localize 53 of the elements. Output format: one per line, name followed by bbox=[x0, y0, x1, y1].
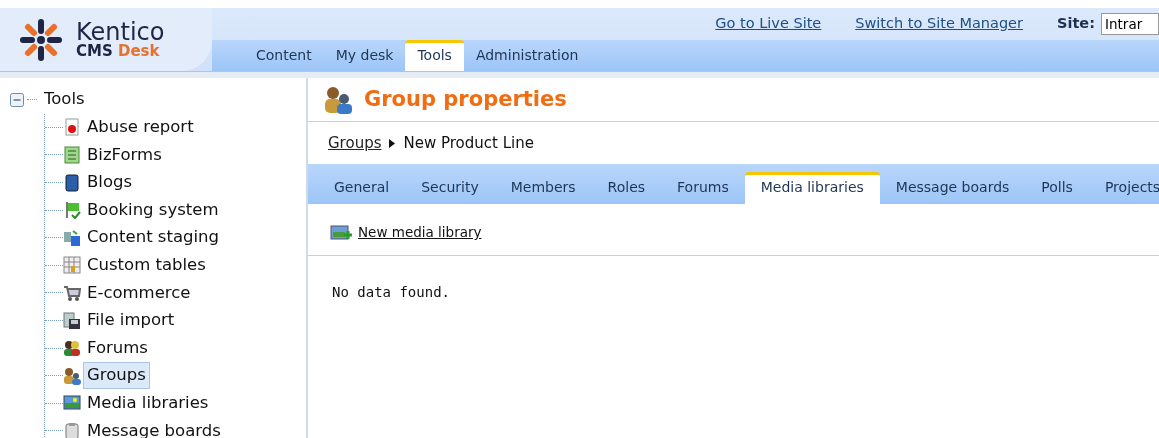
site-field[interactable]: Intrar bbox=[1101, 13, 1159, 35]
section-tab[interactable]: Members bbox=[494, 173, 592, 204]
nav-tab[interactable]: Content bbox=[244, 41, 324, 71]
logo-name: Kentico bbox=[76, 20, 165, 44]
nav-tab[interactable]: My desk bbox=[323, 41, 406, 71]
site-label: Site: bbox=[1057, 14, 1095, 34]
tree-item[interactable]: Blogs bbox=[83, 169, 137, 196]
clipboard-icon bbox=[63, 421, 81, 438]
people-icon bbox=[63, 339, 81, 358]
breadcrumb-link[interactable]: Groups bbox=[328, 131, 382, 155]
section-tab[interactable]: Security bbox=[405, 173, 495, 204]
new-media-library-link[interactable]: New media library bbox=[358, 222, 482, 243]
tree-item[interactable]: Abuse report bbox=[83, 114, 198, 141]
section-tab[interactable]: Polls bbox=[1025, 173, 1089, 204]
header-link[interactable]: Switch to Site Manager bbox=[855, 13, 1023, 35]
nav-tab[interactable]: Administration bbox=[463, 41, 591, 71]
tree-item[interactable]: Custom tables bbox=[83, 252, 210, 279]
collapse-icon[interactable] bbox=[10, 92, 24, 107]
flag-icon bbox=[63, 201, 81, 220]
tree-item[interactable]: Booking system bbox=[83, 196, 223, 224]
header-link[interactable]: Go to Live Site bbox=[715, 13, 822, 35]
section-tab[interactable]: Message boards bbox=[879, 173, 1026, 204]
breadcrumb-current: New Product Line bbox=[403, 132, 534, 154]
picture-add-icon bbox=[330, 222, 352, 243]
section-tab[interactable]: Projects bbox=[1088, 173, 1159, 204]
table-icon bbox=[63, 256, 81, 275]
disk-icon bbox=[63, 311, 81, 330]
tree-item[interactable]: Content staging bbox=[83, 224, 224, 252]
tree-item[interactable]: Forums bbox=[83, 334, 152, 362]
tree-item[interactable]: File import bbox=[83, 307, 179, 334]
logo-icon bbox=[18, 16, 64, 63]
empty-message: No data found. bbox=[331, 283, 451, 302]
cart-icon bbox=[63, 283, 81, 302]
picture-icon bbox=[63, 394, 81, 413]
section-tab[interactable]: General bbox=[318, 173, 406, 204]
logo-product: CMS Desk bbox=[76, 44, 161, 59]
section-tab[interactable]: Roles bbox=[591, 173, 662, 204]
form-icon bbox=[63, 146, 81, 164]
tree-item[interactable]: Message boards bbox=[83, 417, 225, 438]
breadcrumb-separator-icon bbox=[389, 138, 396, 148]
page-title: Group properties bbox=[364, 85, 567, 113]
people-icon bbox=[63, 366, 81, 385]
tree-item[interactable]: Groups bbox=[83, 362, 150, 390]
document-icon bbox=[63, 118, 81, 137]
section-tab[interactable]: Media libraries bbox=[744, 172, 880, 204]
tree-item[interactable]: Media libraries bbox=[83, 389, 213, 417]
tree-item[interactable]: BizForms bbox=[83, 141, 166, 169]
tree-item[interactable]: Tools bbox=[40, 86, 89, 114]
nav-tab[interactable]: Tools bbox=[405, 40, 464, 71]
people-icon bbox=[322, 84, 354, 115]
section-tab[interactable]: Forums bbox=[661, 173, 745, 204]
book-icon bbox=[63, 173, 81, 192]
tree-item[interactable]: E-commerce bbox=[83, 279, 195, 307]
